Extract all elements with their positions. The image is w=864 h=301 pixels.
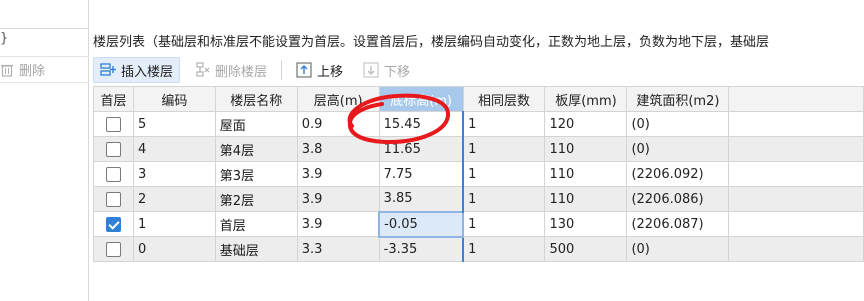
- cell-area[interactable]: (0): [626, 236, 730, 262]
- first-floor-checkbox-cell[interactable]: [93, 111, 134, 137]
- cell-height[interactable]: 3.8: [296, 136, 380, 162]
- cell-code[interactable]: 4: [132, 136, 216, 162]
- first-floor-checkbox[interactable]: [105, 241, 121, 257]
- cell-thickness[interactable]: 110: [544, 186, 628, 212]
- col-header-first[interactable]: 首层: [93, 86, 134, 112]
- cell-area[interactable]: (2206.087): [626, 211, 730, 237]
- move-up-label: 上移: [317, 64, 344, 80]
- first-floor-checkbox-cell[interactable]: [93, 211, 134, 237]
- first-floor-checkbox[interactable]: [105, 166, 121, 182]
- first-floor-checkbox[interactable]: [105, 116, 121, 132]
- cell-elevation[interactable]: 11.65: [378, 136, 464, 162]
- table-row[interactable]: 2 第2层 3.9 3.85 1 110 (2206.086): [93, 186, 864, 212]
- cell-filler: [728, 236, 864, 262]
- first-floor-checkbox-checked[interactable]: [105, 216, 121, 232]
- table-row[interactable]: 0 基础层 3.3 -3.35 1 500 (0): [93, 236, 864, 262]
- move-down-label: 下移: [384, 64, 411, 80]
- toolbar: 插入楼层 删除楼层 上移 下移: [93, 54, 864, 86]
- cell-name[interactable]: 屋面: [214, 111, 298, 137]
- cell-height[interactable]: 3.9: [296, 211, 380, 237]
- cell-code[interactable]: 2: [132, 186, 216, 212]
- cell-area[interactable]: (0): [626, 111, 730, 137]
- cell-elevation[interactable]: 7.75: [378, 161, 464, 187]
- col-header-filler: [728, 86, 864, 112]
- cell-thickness[interactable]: 500: [544, 236, 628, 262]
- cell-filler: [728, 161, 864, 187]
- cell-name[interactable]: 首层: [214, 211, 298, 237]
- cell-name[interactable]: 第4层: [214, 136, 298, 162]
- cell-filler: [728, 186, 864, 212]
- cell-filler: [728, 111, 864, 137]
- cell-thickness[interactable]: 130: [544, 211, 628, 237]
- toolbar-separator: [281, 60, 283, 80]
- col-header-area[interactable]: 建筑面积(m2): [626, 86, 730, 112]
- cell-same-count[interactable]: 1: [462, 136, 546, 162]
- left-delete-button[interactable]: 删除: [0, 56, 89, 83]
- first-floor-checkbox[interactable]: [105, 191, 121, 207]
- col-header-same-count[interactable]: 相同层数: [462, 86, 546, 112]
- insert-floor-label: 插入楼层: [121, 64, 174, 80]
- cell-area[interactable]: (2206.092): [626, 161, 730, 187]
- first-floor-checkbox-cell[interactable]: [93, 136, 134, 162]
- col-header-thickness[interactable]: 板厚(mm): [544, 86, 628, 112]
- floor-table: 首层 编码 楼层名称 层高(m) 底标高(m) 相同层数 板厚(mm) 建筑面积…: [93, 86, 864, 262]
- cell-area[interactable]: (2206.086): [626, 186, 730, 212]
- cell-elevation-selected[interactable]: -0.05: [378, 210, 465, 238]
- cell-elevation[interactable]: 15.45: [378, 111, 464, 137]
- cell-filler: [728, 211, 864, 237]
- cell-same-count[interactable]: 1: [462, 161, 546, 187]
- cell-code[interactable]: 0: [132, 236, 216, 262]
- cell-same-count[interactable]: 1: [462, 211, 546, 237]
- cell-area[interactable]: (0): [626, 136, 730, 162]
- table-row[interactable]: 5 屋面 0.9 15.45 1 120 (0): [93, 111, 864, 137]
- cell-thickness[interactable]: 110: [544, 136, 628, 162]
- cell-height[interactable]: 0.9: [296, 111, 380, 137]
- cell-height[interactable]: 3.9: [296, 161, 380, 187]
- cell-filler: [728, 136, 864, 162]
- first-floor-checkbox-cell[interactable]: [93, 186, 134, 212]
- move-down-button[interactable]: 下移: [357, 57, 416, 83]
- table-row[interactable]: 4 第4层 3.8 11.65 1 110 (0): [93, 136, 864, 162]
- left-panel-stub: }: [0, 31, 9, 46]
- first-floor-checkbox[interactable]: [105, 141, 121, 157]
- col-header-code[interactable]: 编码: [132, 86, 216, 112]
- col-header-height[interactable]: 层高(m): [296, 86, 380, 112]
- table-header-row: 首层 编码 楼层名称 层高(m) 底标高(m) 相同层数 板厚(mm) 建筑面积…: [93, 86, 864, 112]
- delete-floor-icon: [194, 62, 210, 78]
- cell-elevation[interactable]: -3.35: [378, 236, 464, 262]
- cell-height[interactable]: 3.9: [296, 186, 380, 212]
- insert-floor-icon: [100, 62, 116, 78]
- cell-name[interactable]: 第3层: [214, 161, 298, 187]
- cell-thickness[interactable]: 110: [544, 161, 628, 187]
- first-floor-checkbox-cell[interactable]: [93, 161, 134, 187]
- cell-thickness[interactable]: 120: [544, 111, 628, 137]
- cell-name[interactable]: 第2层: [214, 186, 298, 212]
- col-header-elevation[interactable]: 底标高(m): [378, 86, 464, 112]
- left-panel: } 删除: [0, 0, 89, 301]
- left-delete-label: 删除: [19, 64, 46, 79]
- delete-floor-button[interactable]: 删除楼层: [188, 57, 273, 83]
- left-divider: [0, 28, 89, 29]
- table-row[interactable]: 3 第3层 3.9 7.75 1 110 (2206.092): [93, 161, 864, 187]
- cell-name[interactable]: 基础层: [214, 236, 298, 262]
- cell-code[interactable]: 3: [132, 161, 216, 187]
- cell-code[interactable]: 1: [132, 211, 216, 237]
- arrow-up-icon: [296, 62, 312, 78]
- trash-icon: [1, 63, 13, 77]
- first-floor-checkbox-cell[interactable]: [93, 236, 134, 262]
- cell-same-count[interactable]: 1: [462, 111, 546, 137]
- floor-list-hint: 楼层列表（基础层和标准层不能设置为首层。设置首层后，楼层编码自动变化，正数为地上…: [93, 35, 770, 50]
- cell-height[interactable]: 3.3: [296, 236, 380, 262]
- table-row[interactable]: 1 首层 3.9 -0.05 1 130 (2206.087): [93, 210, 864, 238]
- col-header-name[interactable]: 楼层名称: [214, 86, 298, 112]
- move-up-button[interactable]: 上移: [290, 57, 349, 83]
- floor-settings-window: } 删除 楼层列表（基础层和标准层不能设置为首层。设置首层后，楼层编码自动变化，…: [0, 0, 864, 301]
- cell-code[interactable]: 5: [132, 111, 216, 137]
- cell-elevation[interactable]: 3.85: [378, 186, 464, 212]
- delete-floor-label: 删除楼层: [215, 64, 268, 80]
- cell-same-count[interactable]: 1: [462, 236, 546, 262]
- cell-same-count[interactable]: 1: [462, 186, 546, 212]
- insert-floor-button[interactable]: 插入楼层: [93, 57, 181, 83]
- arrow-down-icon: [363, 62, 379, 78]
